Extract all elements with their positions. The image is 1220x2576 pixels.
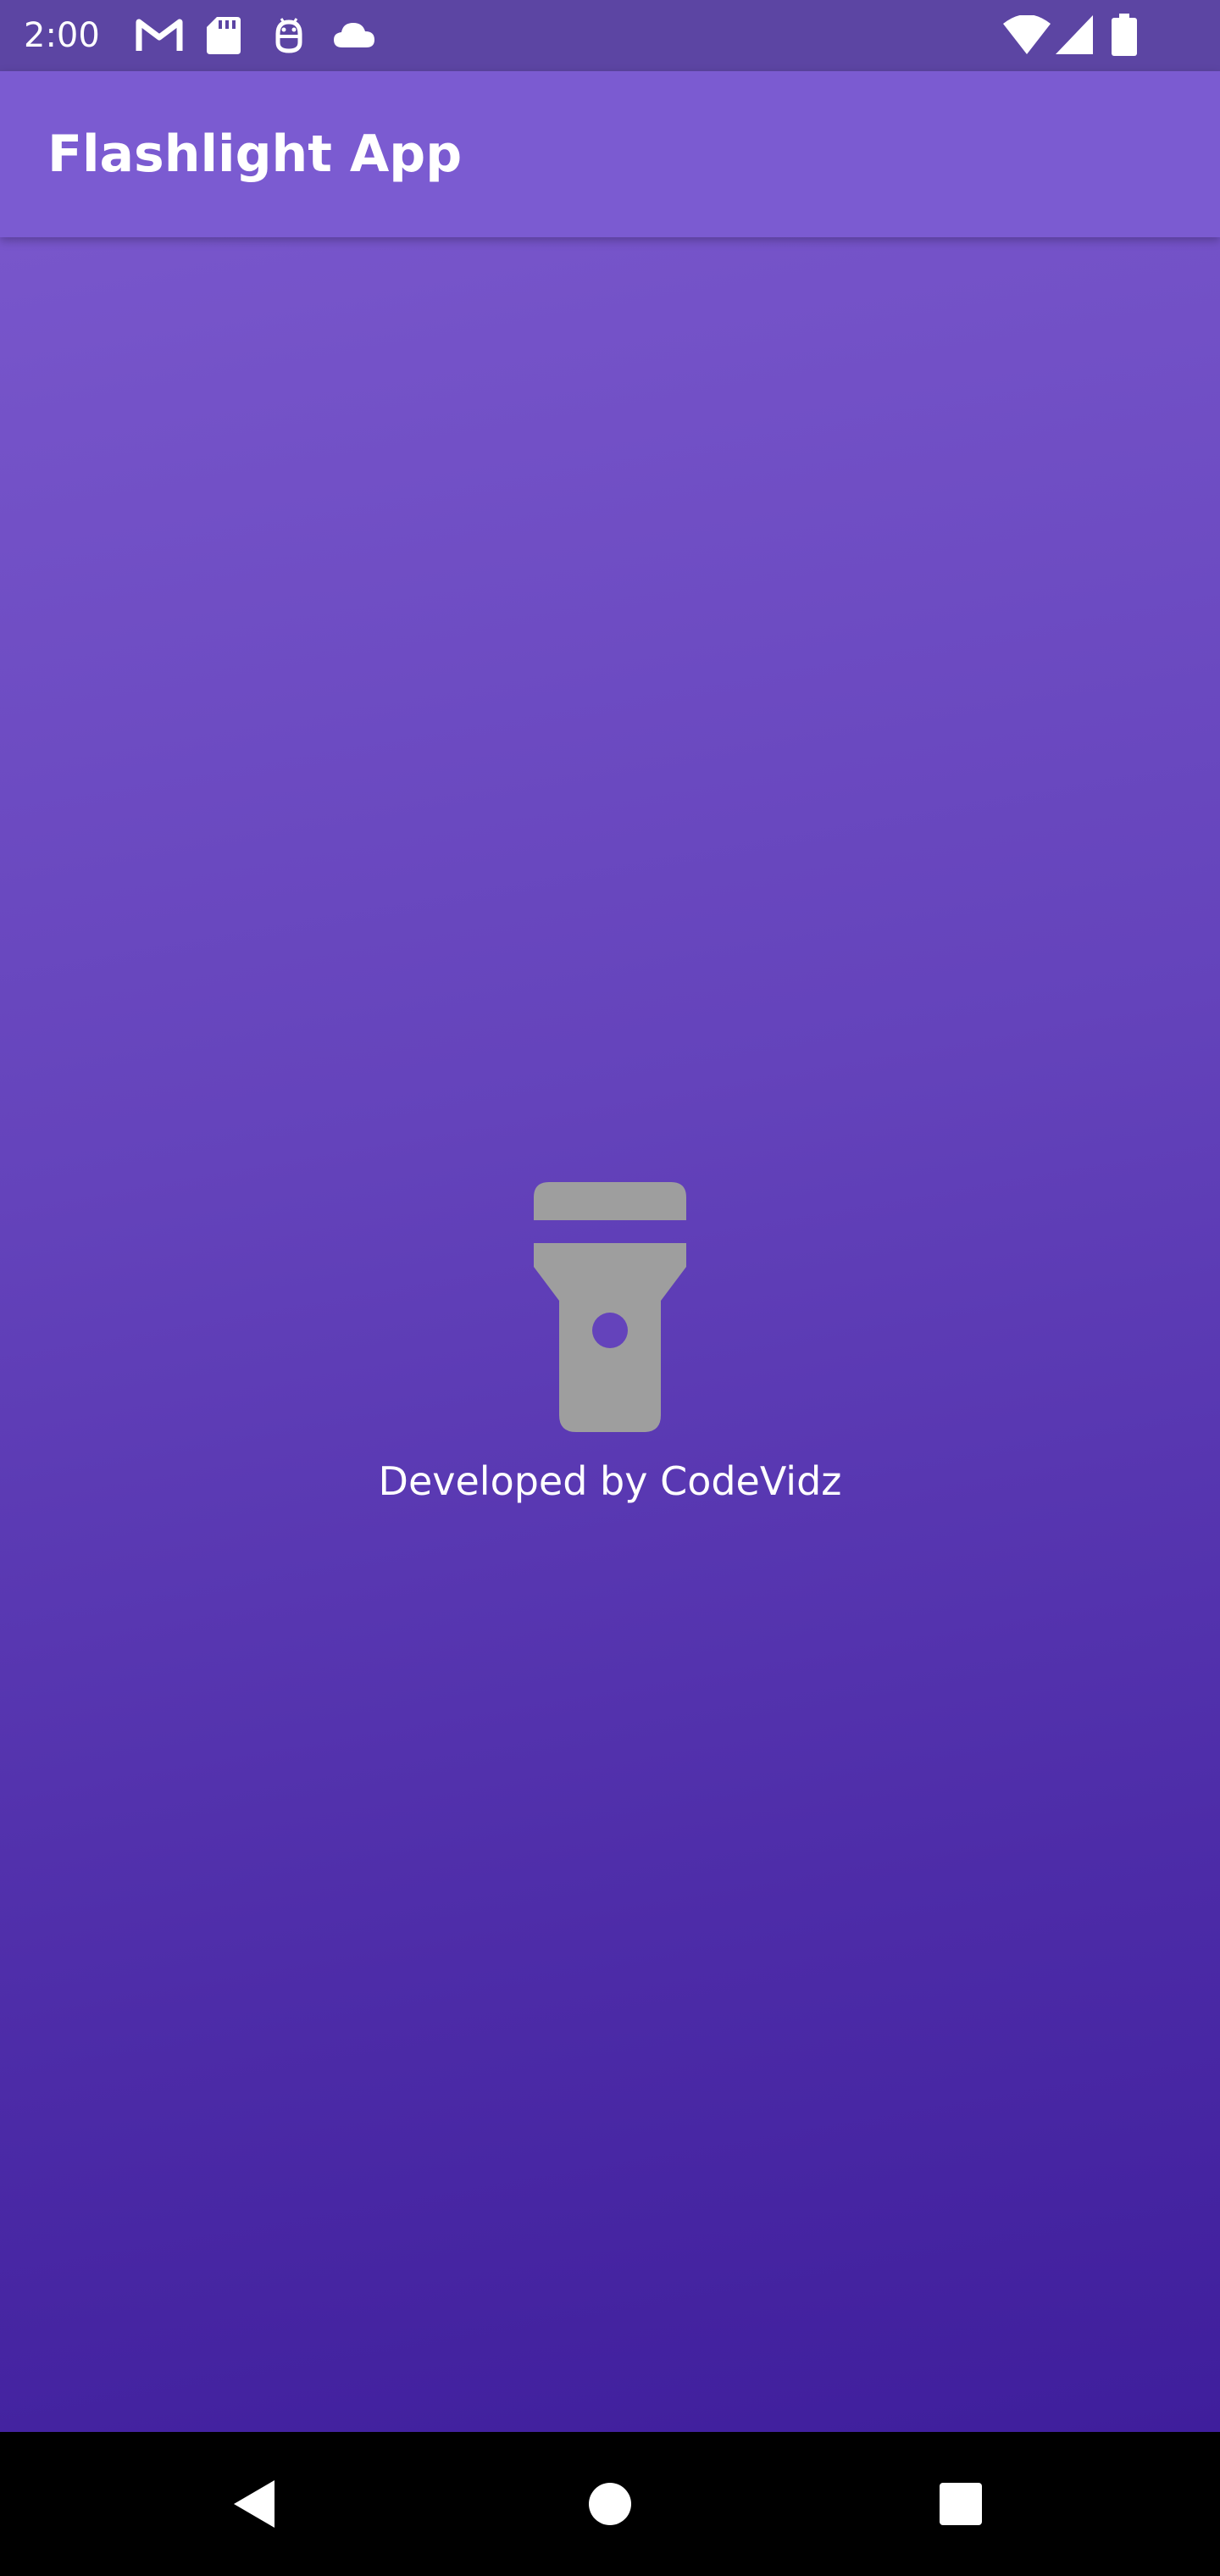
android-debug-icon <box>275 18 302 53</box>
gmail-icon <box>136 19 183 51</box>
home-button[interactable] <box>559 2453 661 2555</box>
back-icon <box>234 2480 274 2528</box>
cell-signal-icon <box>1056 15 1093 54</box>
battery-icon <box>1112 14 1137 56</box>
recents-icon <box>940 2483 982 2525</box>
status-bar: 2:00 <box>0 0 1220 71</box>
recents-button[interactable] <box>910 2453 1012 2555</box>
flashlight-toggle-button[interactable] <box>534 1182 686 1432</box>
app-title: Flashlight App <box>47 125 463 184</box>
status-time: 2:00 <box>24 16 100 55</box>
main-content: Developed by CodeVidz <box>0 237 1220 2432</box>
developer-credit: Developed by CodeVidz <box>378 1458 842 1504</box>
wifi-icon <box>1003 15 1051 54</box>
sd-card-icon <box>207 17 241 54</box>
back-button[interactable] <box>203 2453 305 2555</box>
flashlight-icon <box>534 1182 686 1432</box>
cloud-icon <box>334 23 374 47</box>
app-bar: Flashlight App <box>0 71 1220 237</box>
home-icon <box>589 2483 631 2525</box>
navigation-bar <box>0 2432 1220 2576</box>
